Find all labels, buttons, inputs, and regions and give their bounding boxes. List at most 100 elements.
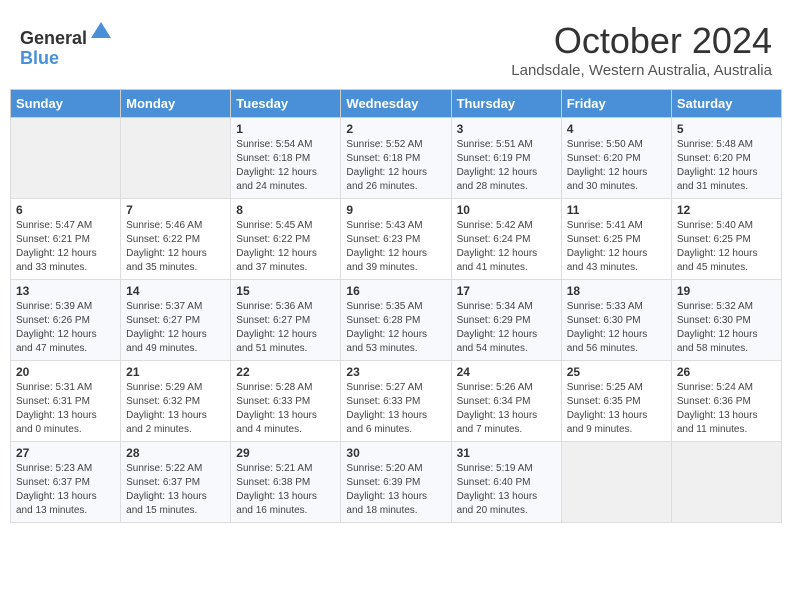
day-info: Sunrise: 5:29 AM Sunset: 6:32 PM Dayligh… <box>126 381 225 437</box>
calendar-cell: 21 Sunrise: 5:29 AM Sunset: 6:32 PM Dayli… <box>121 361 231 442</box>
day-info: Sunrise: 5:39 AM Sunset: 6:26 PM Dayligh… <box>16 300 115 356</box>
calendar-cell <box>561 442 671 523</box>
day-number: 11 <box>567 203 666 217</box>
day-header-tuesday: Tuesday <box>231 90 341 118</box>
logo-blue: Blue <box>20 48 59 68</box>
calendar-cell: 20 Sunrise: 5:31 AM Sunset: 6:31 PM Dayli… <box>11 361 121 442</box>
day-info: Sunrise: 5:47 AM Sunset: 6:21 PM Dayligh… <box>16 219 115 275</box>
week-row-2: 6 Sunrise: 5:47 AM Sunset: 6:21 PM Daylig… <box>11 199 782 280</box>
day-info: Sunrise: 5:54 AM Sunset: 6:18 PM Dayligh… <box>236 138 335 194</box>
calendar-cell: 1 Sunrise: 5:54 AM Sunset: 6:18 PM Daylig… <box>231 118 341 199</box>
calendar-table: SundayMondayTuesdayWednesdayThursdayFrid… <box>10 89 782 523</box>
calendar-cell: 31 Sunrise: 5:19 AM Sunset: 6:40 PM Dayli… <box>451 442 561 523</box>
day-number: 23 <box>346 365 445 379</box>
day-number: 6 <box>16 203 115 217</box>
calendar-cell <box>671 442 781 523</box>
logo-icon <box>89 20 113 44</box>
day-header-wednesday: Wednesday <box>341 90 451 118</box>
day-number: 28 <box>126 446 225 460</box>
day-info: Sunrise: 5:28 AM Sunset: 6:33 PM Dayligh… <box>236 381 335 437</box>
calendar-title: October 2024 <box>511 20 772 62</box>
day-header-saturday: Saturday <box>671 90 781 118</box>
day-info: Sunrise: 5:22 AM Sunset: 6:37 PM Dayligh… <box>126 462 225 518</box>
week-row-1: 1 Sunrise: 5:54 AM Sunset: 6:18 PM Daylig… <box>11 118 782 199</box>
day-number: 13 <box>16 284 115 298</box>
day-info: Sunrise: 5:51 AM Sunset: 6:19 PM Dayligh… <box>457 138 556 194</box>
day-info: Sunrise: 5:31 AM Sunset: 6:31 PM Dayligh… <box>16 381 115 437</box>
day-number: 20 <box>16 365 115 379</box>
day-info: Sunrise: 5:48 AM Sunset: 6:20 PM Dayligh… <box>677 138 776 194</box>
calendar-cell <box>121 118 231 199</box>
calendar-cell: 26 Sunrise: 5:24 AM Sunset: 6:36 PM Dayli… <box>671 361 781 442</box>
day-info: Sunrise: 5:32 AM Sunset: 6:30 PM Dayligh… <box>677 300 776 356</box>
week-row-5: 27Sunrise: 5:23 AM Sunset: 6:37 PM Dayli… <box>11 442 782 523</box>
day-number: 7 <box>126 203 225 217</box>
day-number: 24 <box>457 365 556 379</box>
calendar-cell: 3 Sunrise: 5:51 AM Sunset: 6:19 PM Daylig… <box>451 118 561 199</box>
day-info: Sunrise: 5:41 AM Sunset: 6:25 PM Dayligh… <box>567 219 666 275</box>
calendar-subtitle: Landsdale, Western Australia, Australia <box>511 62 772 79</box>
day-number: 26 <box>677 365 776 379</box>
day-info: Sunrise: 5:24 AM Sunset: 6:36 PM Dayligh… <box>677 381 776 437</box>
week-row-4: 20 Sunrise: 5:31 AM Sunset: 6:31 PM Dayli… <box>11 361 782 442</box>
day-number: 18 <box>567 284 666 298</box>
calendar-cell: 25Sunrise: 5:25 AM Sunset: 6:35 PM Dayli… <box>561 361 671 442</box>
day-info: Sunrise: 5:50 AM Sunset: 6:20 PM Dayligh… <box>567 138 666 194</box>
calendar-cell: 6 Sunrise: 5:47 AM Sunset: 6:21 PM Daylig… <box>11 199 121 280</box>
calendar-cell: 23Sunrise: 5:27 AM Sunset: 6:33 PM Dayli… <box>341 361 451 442</box>
day-number: 9 <box>346 203 445 217</box>
calendar-header-row: SundayMondayTuesdayWednesdayThursdayFrid… <box>11 90 782 118</box>
day-number: 5 <box>677 122 776 136</box>
calendar-cell: 2 Sunrise: 5:52 AM Sunset: 6:18 PM Daylig… <box>341 118 451 199</box>
logo-general: General <box>20 28 87 48</box>
calendar-cell <box>11 118 121 199</box>
day-number: 2 <box>346 122 445 136</box>
calendar-cell: 19Sunrise: 5:32 AM Sunset: 6:30 PM Dayli… <box>671 280 781 361</box>
day-info: Sunrise: 5:45 AM Sunset: 6:22 PM Dayligh… <box>236 219 335 275</box>
day-info: Sunrise: 5:40 AM Sunset: 6:25 PM Dayligh… <box>677 219 776 275</box>
day-number: 3 <box>457 122 556 136</box>
calendar-cell: 22 Sunrise: 5:28 AM Sunset: 6:33 PM Dayli… <box>231 361 341 442</box>
day-number: 4 <box>567 122 666 136</box>
calendar-cell: 12 Sunrise: 5:40 AM Sunset: 6:25 PM Dayli… <box>671 199 781 280</box>
week-row-3: 13 Sunrise: 5:39 AM Sunset: 6:26 PM Dayli… <box>11 280 782 361</box>
day-number: 1 <box>236 122 335 136</box>
day-info: Sunrise: 5:36 AM Sunset: 6:27 PM Dayligh… <box>236 300 335 356</box>
calendar-cell: 17 Sunrise: 5:34 AM Sunset: 6:29 PM Dayli… <box>451 280 561 361</box>
day-number: 10 <box>457 203 556 217</box>
title-block: October 2024 Landsdale, Western Australi… <box>511 20 772 79</box>
calendar-cell: 15 Sunrise: 5:36 AM Sunset: 6:27 PM Dayli… <box>231 280 341 361</box>
day-info: Sunrise: 5:43 AM Sunset: 6:23 PM Dayligh… <box>346 219 445 275</box>
day-info: Sunrise: 5:33 AM Sunset: 6:30 PM Dayligh… <box>567 300 666 356</box>
day-info: Sunrise: 5:19 AM Sunset: 6:40 PM Dayligh… <box>457 462 556 518</box>
calendar-cell: 10Sunrise: 5:42 AM Sunset: 6:24 PM Dayli… <box>451 199 561 280</box>
calendar-cell: 27Sunrise: 5:23 AM Sunset: 6:37 PM Dayli… <box>11 442 121 523</box>
calendar-cell: 30 Sunrise: 5:20 AM Sunset: 6:39 PM Dayli… <box>341 442 451 523</box>
calendar-cell: 5 Sunrise: 5:48 AM Sunset: 6:20 PM Daylig… <box>671 118 781 199</box>
day-info: Sunrise: 5:46 AM Sunset: 6:22 PM Dayligh… <box>126 219 225 275</box>
day-info: Sunrise: 5:52 AM Sunset: 6:18 PM Dayligh… <box>346 138 445 194</box>
day-number: 15 <box>236 284 335 298</box>
logo: General Blue <box>20 20 113 69</box>
day-info: Sunrise: 5:34 AM Sunset: 6:29 PM Dayligh… <box>457 300 556 356</box>
day-info: Sunrise: 5:20 AM Sunset: 6:39 PM Dayligh… <box>346 462 445 518</box>
day-header-friday: Friday <box>561 90 671 118</box>
day-header-thursday: Thursday <box>451 90 561 118</box>
day-number: 16 <box>346 284 445 298</box>
day-number: 21 <box>126 365 225 379</box>
page-header: General Blue October 2024 Landsdale, Wes… <box>10 10 782 84</box>
day-number: 12 <box>677 203 776 217</box>
calendar-cell: 16 Sunrise: 5:35 AM Sunset: 6:28 PM Dayli… <box>341 280 451 361</box>
day-number: 22 <box>236 365 335 379</box>
calendar-cell: 28 Sunrise: 5:22 AM Sunset: 6:37 PM Dayli… <box>121 442 231 523</box>
day-info: Sunrise: 5:35 AM Sunset: 6:28 PM Dayligh… <box>346 300 445 356</box>
day-number: 25 <box>567 365 666 379</box>
day-number: 31 <box>457 446 556 460</box>
day-number: 30 <box>346 446 445 460</box>
calendar-cell: 18 Sunrise: 5:33 AM Sunset: 6:30 PM Dayli… <box>561 280 671 361</box>
day-number: 29 <box>236 446 335 460</box>
day-number: 17 <box>457 284 556 298</box>
calendar-cell: 8 Sunrise: 5:45 AM Sunset: 6:22 PM Daylig… <box>231 199 341 280</box>
day-number: 8 <box>236 203 335 217</box>
calendar-cell: 11 Sunrise: 5:41 AM Sunset: 6:25 PM Dayli… <box>561 199 671 280</box>
